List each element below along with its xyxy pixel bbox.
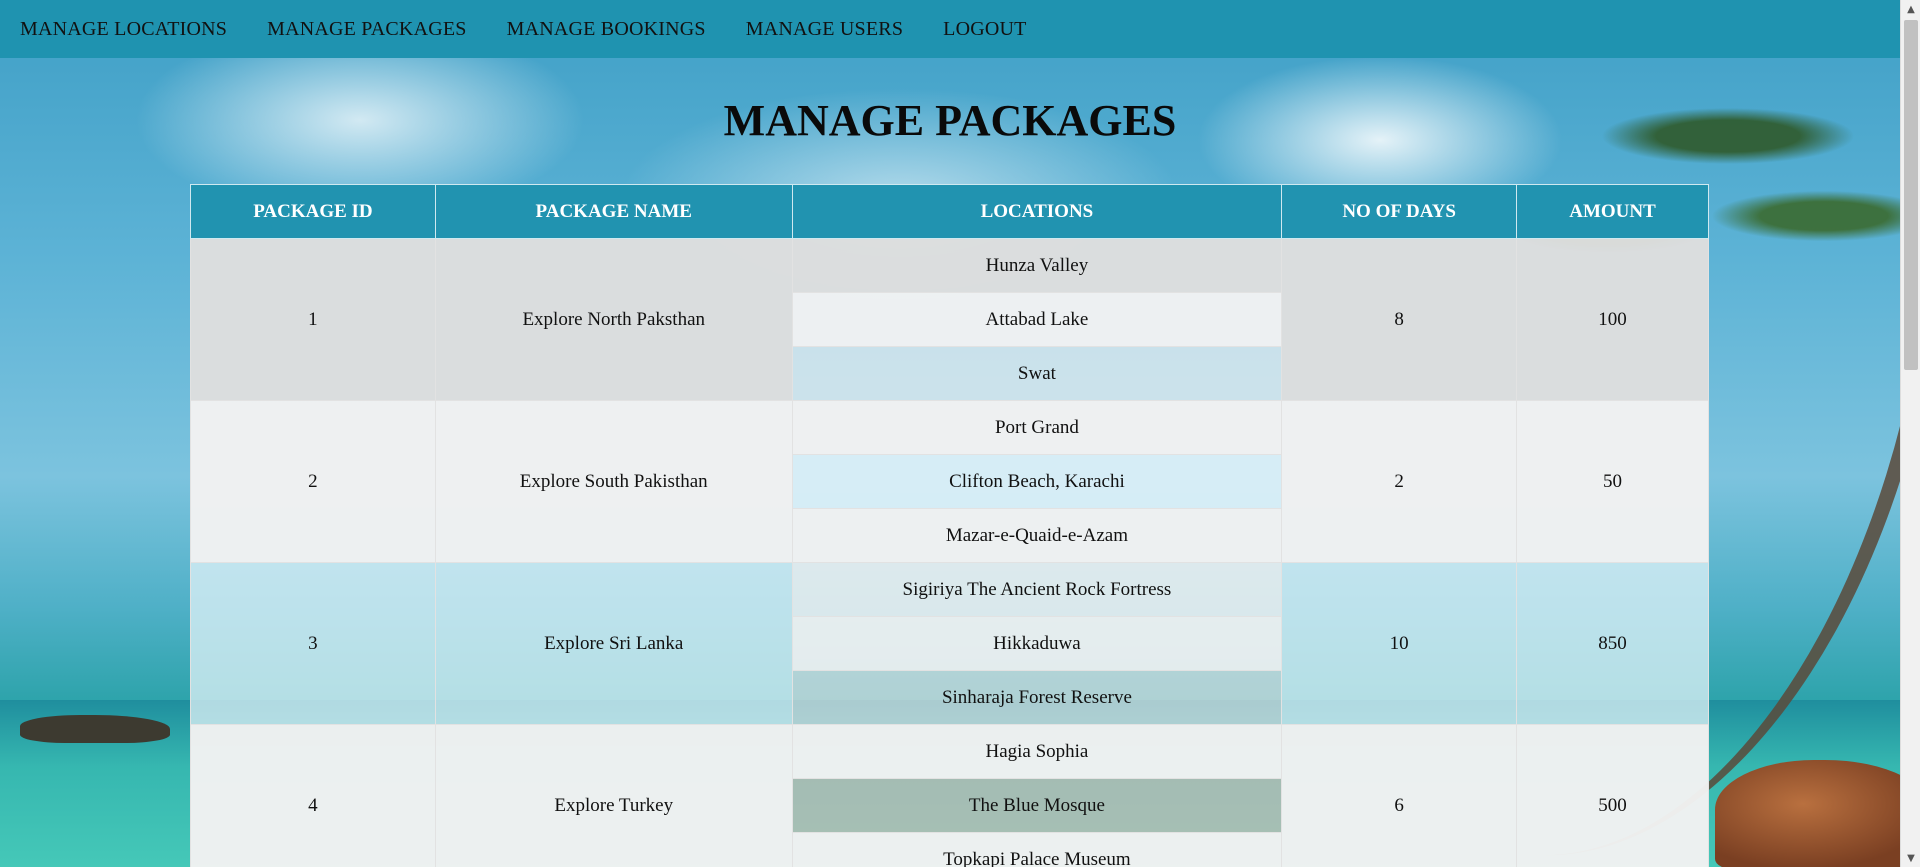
location-cell: Hunza Valley [791,238,1283,293]
top-navigation: MANAGE LOCATIONS MANAGE PACKAGES MANAGE … [0,0,1900,58]
nav-manage-packages[interactable]: MANAGE PACKAGES [267,18,467,41]
location-cell: Swat [791,346,1283,401]
location-cell: The Blue Mosque [791,778,1283,833]
amount-cell: 500 [1516,724,1709,867]
main-content: MANAGE PACKAGES PACKAGE ID PACKAGE NAME … [0,58,1900,867]
column-header-amount: AMOUNT [1516,184,1709,239]
location-cell: Hikkaduwa [791,616,1283,671]
table-row: 2 Explore South Pakisthan Port Grand 2 5… [190,400,1709,563]
packages-table: PACKAGE ID PACKAGE NAME LOCATIONS NO OF … [190,184,1709,867]
location-cell: Sigiriya The Ancient Rock Fortress [791,562,1283,617]
location-cell: Port Grand [791,400,1283,455]
table-header-row: PACKAGE ID PACKAGE NAME LOCATIONS NO OF … [190,184,1709,239]
package-id-cell: 3 [190,562,436,725]
location-cell: Hagia Sophia [791,724,1283,779]
location-cell: Clifton Beach, Karachi [791,454,1283,509]
nav-manage-locations[interactable]: MANAGE LOCATIONS [20,18,227,41]
location-cell: Attabad Lake [791,292,1283,347]
location-cell: Topkapi Palace Museum [791,832,1283,867]
column-header-no-of-days: NO OF DAYS [1281,184,1518,239]
column-header-locations: LOCATIONS [791,184,1283,239]
nav-manage-bookings[interactable]: MANAGE BOOKINGS [507,18,706,41]
package-name-cell: Explore Sri Lanka [434,562,793,725]
vertical-scrollbar[interactable]: ▲ ▼ [1900,0,1920,867]
package-id-cell: 4 [190,724,436,867]
page-title: MANAGE PACKAGES [723,96,1177,145]
scroll-down-icon[interactable]: ▼ [1901,849,1920,867]
rock-decoration [1715,760,1920,867]
nav-manage-users[interactable]: MANAGE USERS [746,18,903,41]
amount-cell: 50 [1516,400,1709,563]
days-cell: 8 [1281,238,1518,401]
amount-cell: 100 [1516,238,1709,401]
days-cell: 6 [1281,724,1518,867]
packages-table-container: PACKAGE ID PACKAGE NAME LOCATIONS NO OF … [190,184,1709,867]
package-name-cell: Explore Turkey [434,724,793,867]
scrollbar-thumb[interactable] [1904,20,1918,370]
column-header-package-name: PACKAGE NAME [434,184,793,239]
nav-logout[interactable]: LOGOUT [943,18,1026,41]
days-cell: 2 [1281,400,1518,563]
table-row: 4 Explore Turkey Hagia Sophia 6 500 [190,724,1709,867]
package-id-cell: 1 [190,238,436,401]
package-name-cell: Explore South Pakisthan [434,400,793,563]
package-id-cell: 2 [190,400,436,563]
location-cell: Sinharaja Forest Reserve [791,670,1283,725]
table-row: 1 Explore North Paksthan Hunza Valley 8 … [190,238,1709,401]
table-row: 3 Explore Sri Lanka Sigiriya The Ancient… [190,562,1709,725]
scroll-up-icon[interactable]: ▲ [1901,0,1920,18]
location-cell: Mazar-e-Quaid-e-Azam [791,508,1283,563]
rock-decoration [20,715,170,743]
amount-cell: 850 [1516,562,1709,725]
package-name-cell: Explore North Paksthan [434,238,793,401]
days-cell: 10 [1281,562,1518,725]
column-header-package-id: PACKAGE ID [190,184,436,239]
